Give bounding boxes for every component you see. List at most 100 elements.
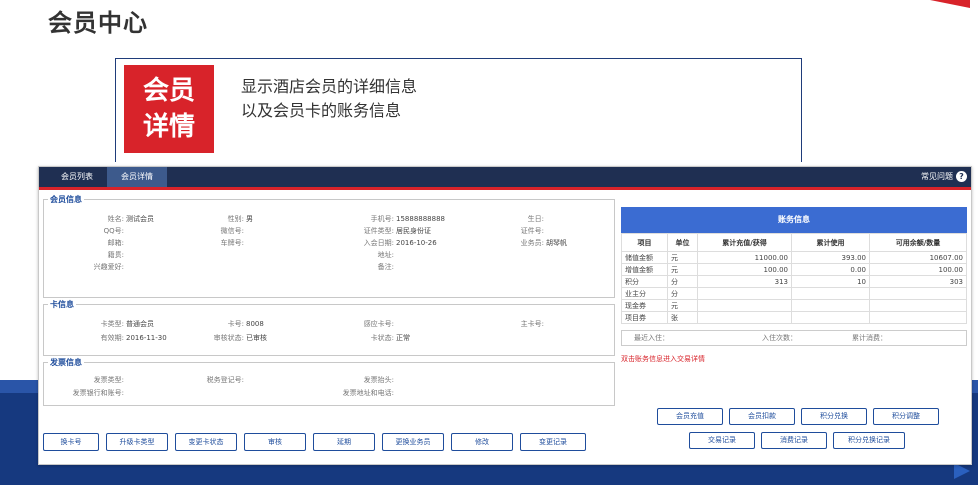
recharge-button[interactable]: 会员充值 xyxy=(657,408,723,425)
field-label: 邮箱: xyxy=(107,239,124,247)
consumption-log-button[interactable]: 消费记录 xyxy=(761,432,827,449)
table-cell: 储值金额 xyxy=(621,251,668,264)
edit-button[interactable]: 修改 xyxy=(451,433,513,451)
member-detail-badge: 会员 详情 xyxy=(124,65,214,153)
tab-member-detail[interactable]: 会员详情 xyxy=(107,167,167,187)
table-cell xyxy=(869,311,967,324)
field-label: 卡号: xyxy=(227,320,244,328)
table-cell: 元 xyxy=(667,251,698,264)
field-value: 8008 xyxy=(246,320,264,328)
callout-box: 会员 详情 显示酒店会员的详细信息 以及会员卡的账务信息 xyxy=(115,58,802,162)
question-icon: ? xyxy=(956,171,967,182)
section-title: 会员信息 xyxy=(48,194,84,205)
table-cell: 393.00 xyxy=(791,251,870,264)
table-cell xyxy=(791,299,870,312)
total-spend-label: 累计消费： xyxy=(852,334,887,342)
double-click-hint: 双击账务信息进入交易详情 xyxy=(621,355,705,363)
field-label: 地址: xyxy=(377,251,394,259)
help-label: 常见问题 xyxy=(921,172,953,181)
field-value: 已审核 xyxy=(246,334,267,342)
table-cell: 项目券 xyxy=(621,311,668,324)
field-label: 证件类型: xyxy=(363,227,394,235)
field-label: 手机号: xyxy=(370,215,394,223)
field-label: 证件号: xyxy=(520,227,544,235)
transaction-log-button[interactable]: 交易记录 xyxy=(689,432,755,449)
table-cell: 元 xyxy=(667,299,698,312)
table-row[interactable]: 储值金额 元 11000.00 393.00 10607.00 xyxy=(621,251,967,264)
table-row[interactable]: 增值金额 元 100.00 0.00 100.00 xyxy=(621,263,967,276)
field-label: 入会日期: xyxy=(363,239,394,247)
field-value: 普通会员 xyxy=(126,320,154,328)
badge-line-1: 会员 xyxy=(142,76,195,106)
field-label: 卡类型: xyxy=(100,320,124,328)
app-window: 会员列表 会员详情 常见问题 ? 会员信息 姓名: 测试会员 性别: 男 手机号… xyxy=(38,166,972,465)
points-adjust-button[interactable]: 积分调整 xyxy=(873,408,939,425)
field-label: 生日: xyxy=(527,215,544,223)
column-header: 累计充值/获得 xyxy=(697,233,792,252)
points-exchange-log-button[interactable]: 积分兑换记录 xyxy=(833,432,905,449)
audit-button[interactable]: 审核 xyxy=(244,433,306,451)
deduct-button[interactable]: 会员扣款 xyxy=(729,408,795,425)
change-log-button[interactable]: 变更记录 xyxy=(520,433,586,451)
section-title: 卡信息 xyxy=(48,299,76,310)
table-cell: 10607.00 xyxy=(869,251,967,264)
table-row[interactable]: 现金券 元 xyxy=(621,299,967,312)
tab-member-list[interactable]: 会员列表 xyxy=(47,167,107,187)
table-row[interactable]: 积分 分 313 10 303 xyxy=(621,275,967,288)
table-cell: 313 xyxy=(697,275,792,288)
column-header: 项目 xyxy=(621,233,668,252)
table-cell: 11000.00 xyxy=(697,251,792,264)
info-row: 卡类型: 普通会员 卡号: 8008 感应卡号: 主卡号: xyxy=(44,319,614,329)
table-cell xyxy=(869,287,967,300)
table-cell: 张 xyxy=(667,311,698,324)
field-value: 2016-11-30 xyxy=(126,334,167,342)
field-label: 车牌号: xyxy=(220,239,244,247)
account-table[interactable]: 项目 单位 累计充值/获得 累计使用 可用余额/数量 储值金额 元 11000.… xyxy=(621,233,967,324)
column-header: 单位 xyxy=(667,233,698,252)
left-panel: 会员信息 姓名: 测试会员 性别: 男 手机号: 15888888888 生日:… xyxy=(43,194,615,412)
field-value: 15888888888 xyxy=(396,215,445,223)
extend-button[interactable]: 延期 xyxy=(313,433,375,451)
card-info-section: 卡信息 卡类型: 普通会员 卡号: 8008 感应卡号: 主卡号: 有效期: 2… xyxy=(43,299,615,356)
table-cell: 10 xyxy=(791,275,870,288)
field-value: 正常 xyxy=(396,334,410,342)
info-row: 姓名: 测试会员 性别: 男 手机号: 15888888888 生日: xyxy=(44,214,614,224)
badge-line-2: 详情 xyxy=(142,112,195,142)
table-cell xyxy=(791,311,870,324)
field-label: 发票类型: xyxy=(93,376,124,384)
field-label: 发票地址和电话: xyxy=(342,389,394,397)
table-cell: 元 xyxy=(667,263,698,276)
upgrade-card-type-button[interactable]: 升级卡类型 xyxy=(106,433,168,451)
member-info-section: 会员信息 姓名: 测试会员 性别: 男 手机号: 15888888888 生日:… xyxy=(43,194,615,298)
section-title: 发票信息 xyxy=(48,357,84,368)
invoice-info-section: 发票信息 发票类型: 税务登记号: 发票抬头: 发票银行和账号: 发票地址和电话… xyxy=(43,357,615,406)
red-divider xyxy=(39,187,971,190)
corner-decoration xyxy=(930,0,970,8)
change-salesman-button[interactable]: 更换业务员 xyxy=(382,433,444,451)
table-header-row: 项目 单位 累计充值/获得 累计使用 可用余额/数量 xyxy=(621,233,967,252)
help-link[interactable]: 常见问题 ? xyxy=(921,171,967,182)
table-cell: 增值金额 xyxy=(621,263,668,276)
table-cell: 现金券 xyxy=(621,299,668,312)
field-value: 男 xyxy=(246,215,253,223)
top-nav: 会员列表 会员详情 常见问题 ? xyxy=(39,167,971,187)
info-row: QQ号: 微信号: 证件类型: 居民身份证 证件号: xyxy=(44,226,614,236)
table-cell: 分 xyxy=(667,275,698,288)
callout-text: 显示酒店会员的详细信息 以及会员卡的账务信息 xyxy=(241,75,417,123)
field-label: 籍贯: xyxy=(107,251,124,259)
field-label: 发票银行和账号: xyxy=(72,389,124,397)
table-row[interactable]: 项目券 张 xyxy=(621,311,967,324)
table-cell: 100.00 xyxy=(697,263,792,276)
table-cell: 分 xyxy=(667,287,698,300)
column-header: 累计使用 xyxy=(791,233,870,252)
table-cell: 0.00 xyxy=(791,263,870,276)
info-row: 籍贯: 地址: xyxy=(44,250,614,260)
field-label: 税务登记号: xyxy=(206,376,244,384)
change-card-status-button[interactable]: 变更卡状态 xyxy=(175,433,237,451)
change-card-no-button[interactable]: 换卡号 xyxy=(43,433,99,451)
table-row[interactable]: 业主分 分 xyxy=(621,287,967,300)
points-exchange-button[interactable]: 积分兑换 xyxy=(801,408,867,425)
field-label: 性别: xyxy=(227,215,244,223)
field-label: 审核状态: xyxy=(213,334,244,342)
field-label: 发票抬头: xyxy=(363,376,394,384)
